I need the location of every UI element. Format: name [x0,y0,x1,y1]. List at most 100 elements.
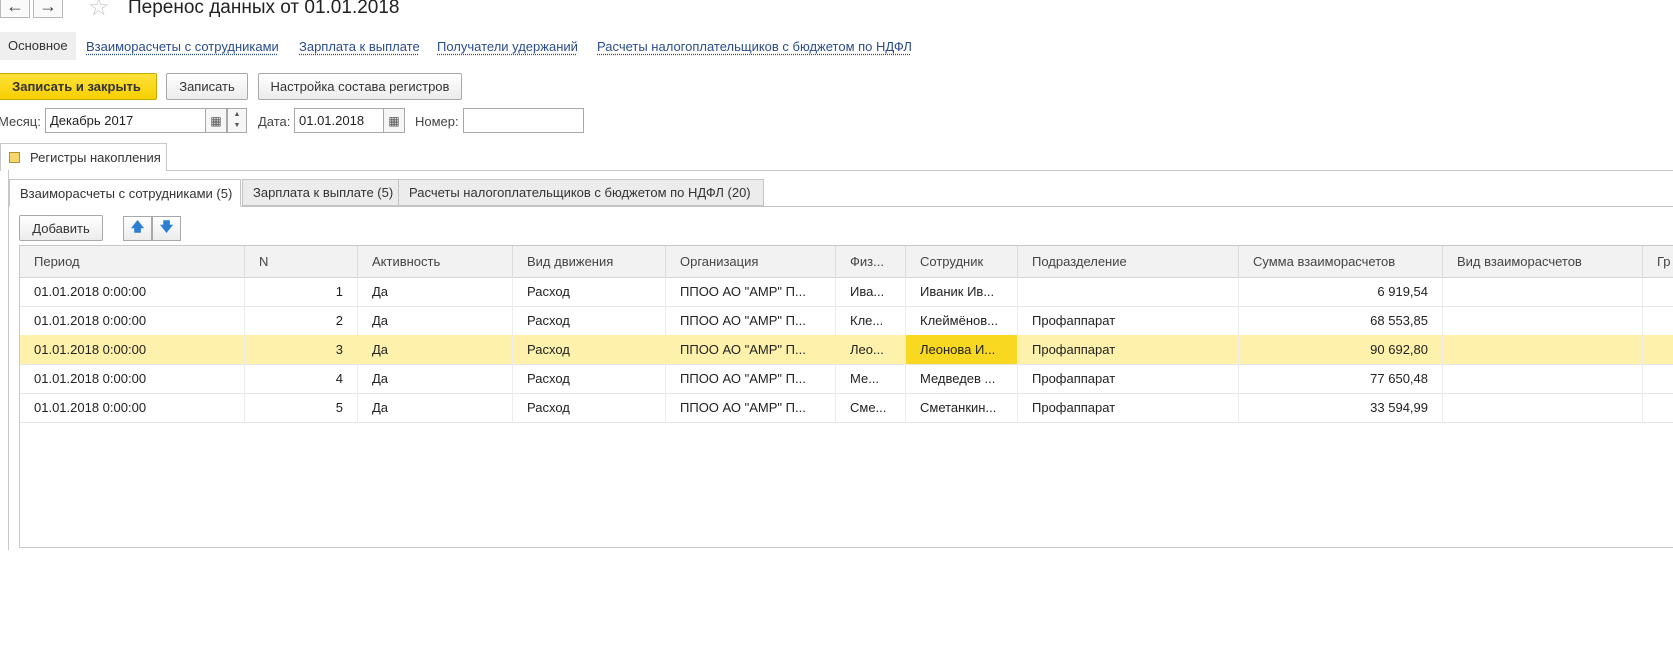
save-and-close-button[interactable]: Записать и закрыть [0,73,157,100]
settlement-sum-cell[interactable]: 90 692,80 [1239,335,1443,364]
organization-cell[interactable]: ППОО АО "АМР" П... [666,335,836,364]
settlement-type-cell[interactable] [1443,335,1643,364]
month-calendar-button[interactable]: ▦ [205,108,227,133]
department-cell[interactable]: Профаппарат [1018,335,1239,364]
table-row[interactable]: 01.01.2018 0:00:00 2 Да Расход ППОО АО "АМР"… [20,306,1673,336]
group-cell[interactable] [1643,393,1673,422]
period-cell[interactable]: 01.01.2018 0:00:00 [20,277,245,306]
movement-type-cell[interactable]: Расход [513,277,666,306]
movement-type-cell[interactable]: Расход [513,335,666,364]
group-cell[interactable] [1643,364,1673,393]
section-deduction-recipients[interactable]: Получатели удержаний [437,39,578,54]
back-button[interactable]: ← [0,0,30,18]
column-header-col-department[interactable]: Подразделение [1018,246,1239,277]
organization-cell[interactable]: ППОО АО "АМР" П... [666,277,836,306]
organization-cell[interactable]: ППОО АО "АМР" П... [666,393,836,422]
employee-cell[interactable]: Клеймёнов... [906,306,1018,335]
settlement-type-cell[interactable] [1443,306,1643,335]
individual-cell[interactable]: Сме... [836,393,906,422]
n-cell[interactable]: 4 [245,364,358,393]
calendar-icon: ▦ [210,113,222,128]
movement-type-cell[interactable]: Расход [513,306,666,335]
subtab-employee-settlements[interactable]: Взаиморасчеты с сотрудниками (5) [9,179,241,207]
month-field[interactable]: Декабрь 2017 [45,108,206,133]
settlement-type-cell[interactable] [1443,364,1643,393]
activity-cell[interactable]: Да [358,306,513,335]
individual-cell[interactable]: Кле... [836,306,906,335]
register-setup-button[interactable]: Настройка состава регистров [258,73,462,100]
table-row[interactable]: 01.01.2018 0:00:00 3 Да Расход ППОО АО "АМР"… [20,335,1673,365]
settlement-sum-cell[interactable]: 77 650,48 [1239,364,1443,393]
department-cell[interactable] [1018,277,1239,306]
move-down-button[interactable]: 🡇 [152,216,181,241]
subtab-salary-payable[interactable]: Зарплата к выплате (5) [242,179,399,206]
employee-cell[interactable]: Сметанкин... [906,393,1018,422]
column-header-col-period[interactable]: Период [20,246,245,277]
tab-accumulation-registers[interactable]: Регистры накопления [0,143,167,171]
add-row-button[interactable]: Добавить [19,215,103,241]
table-row[interactable]: 01.01.2018 0:00:00 5 Да Расход ППОО АО "АМР"… [20,393,1673,423]
move-up-button[interactable]: 🡅 [123,216,152,241]
settlement-sum-cell[interactable]: 68 553,85 [1239,306,1443,335]
column-header-col-settlement-type[interactable]: Вид взаиморасчетов [1443,246,1643,277]
column-header-col-employee[interactable]: Сотрудник [906,246,1018,277]
column-header-col-organization[interactable]: Организация [666,246,836,277]
settlement-type-cell[interactable] [1443,393,1643,422]
group-cell[interactable] [1643,335,1673,364]
register-table[interactable]: Период N Активность Вид движения Организация… [19,245,1673,548]
period-cell[interactable]: 01.01.2018 0:00:00 [20,306,245,335]
department-cell[interactable]: Профаппарат [1018,364,1239,393]
movement-type-cell[interactable]: Расход [513,364,666,393]
number-field[interactable] [463,108,584,133]
settlement-sum-cell[interactable]: 6 919,54 [1239,277,1443,306]
column-header-col-movement-type[interactable]: Вид движения [513,246,666,277]
movement-type-cell[interactable]: Расход [513,393,666,422]
month-label: Месяц: [0,114,41,129]
employee-cell[interactable]: Медведев ... [906,364,1018,393]
column-header-col-activity[interactable]: Активность [358,246,513,277]
employee-cell[interactable]: Иваник Ив... [906,277,1018,306]
activity-cell[interactable]: Да [358,335,513,364]
subtab-divider [8,206,1673,207]
date-field[interactable]: 01.01.2018 [294,108,386,133]
individual-cell[interactable]: Ме... [836,364,906,393]
employee-cell[interactable]: Леонова И... [906,335,1018,364]
favorite-star-icon[interactable]: ☆ [88,0,110,20]
column-header-col-group[interactable]: Гр [1643,246,1673,277]
column-header-col-settlement-sum[interactable]: Сумма взаиморасчетов [1239,246,1443,277]
section-employee-settlements[interactable]: Взаиморасчеты с сотрудниками [86,39,279,54]
save-button[interactable]: Записать [166,73,248,100]
organization-cell[interactable]: ППОО АО "АМР" П... [666,364,836,393]
activity-cell[interactable]: Да [358,277,513,306]
table-row[interactable]: 01.01.2018 0:00:00 1 Да Расход ППОО АО "АМР"… [20,277,1673,307]
forward-button[interactable]: → [33,0,63,18]
group-cell[interactable] [1643,306,1673,335]
period-cell[interactable]: 01.01.2018 0:00:00 [20,335,245,364]
settlement-type-cell[interactable] [1443,277,1643,306]
n-cell[interactable]: 2 [245,306,358,335]
activity-cell[interactable]: Да [358,364,513,393]
activity-cell[interactable]: Да [358,393,513,422]
department-cell[interactable]: Профаппарат [1018,393,1239,422]
individual-cell[interactable]: Лео... [836,335,906,364]
section-salary-payable[interactable]: Зарплата к выплате [299,39,420,54]
period-cell[interactable]: 01.01.2018 0:00:00 [20,364,245,393]
settlement-sum-cell[interactable]: 33 594,99 [1239,393,1443,422]
subtab-ndfl-settlements[interactable]: Расчеты налогоплательщиков с бюджетом по… [398,179,764,206]
section-ndfl-settlements[interactable]: Расчеты налогоплательщиков с бюджетом по… [597,39,912,54]
column-header-col-n[interactable]: N [245,246,358,277]
individual-cell[interactable]: Ива... [836,277,906,306]
table-row[interactable]: 01.01.2018 0:00:00 4 Да Расход ППОО АО "АМР"… [20,364,1673,394]
n-cell[interactable]: 1 [245,277,358,306]
n-cell[interactable]: 5 [245,393,358,422]
column-header-col-individual[interactable]: Физ... [836,246,906,277]
period-cell[interactable]: 01.01.2018 0:00:00 [20,393,245,422]
organization-cell[interactable]: ППОО АО "АМР" П... [666,306,836,335]
n-cell[interactable]: 3 [245,335,358,364]
month-spinner[interactable]: ▲ ▼ [227,108,247,133]
date-calendar-button[interactable]: ▦ [383,108,405,133]
department-cell[interactable]: Профаппарат [1018,306,1239,335]
group-cell[interactable] [1643,277,1673,306]
section-main[interactable]: Основное [0,32,76,60]
calendar-icon: ▦ [388,113,400,128]
